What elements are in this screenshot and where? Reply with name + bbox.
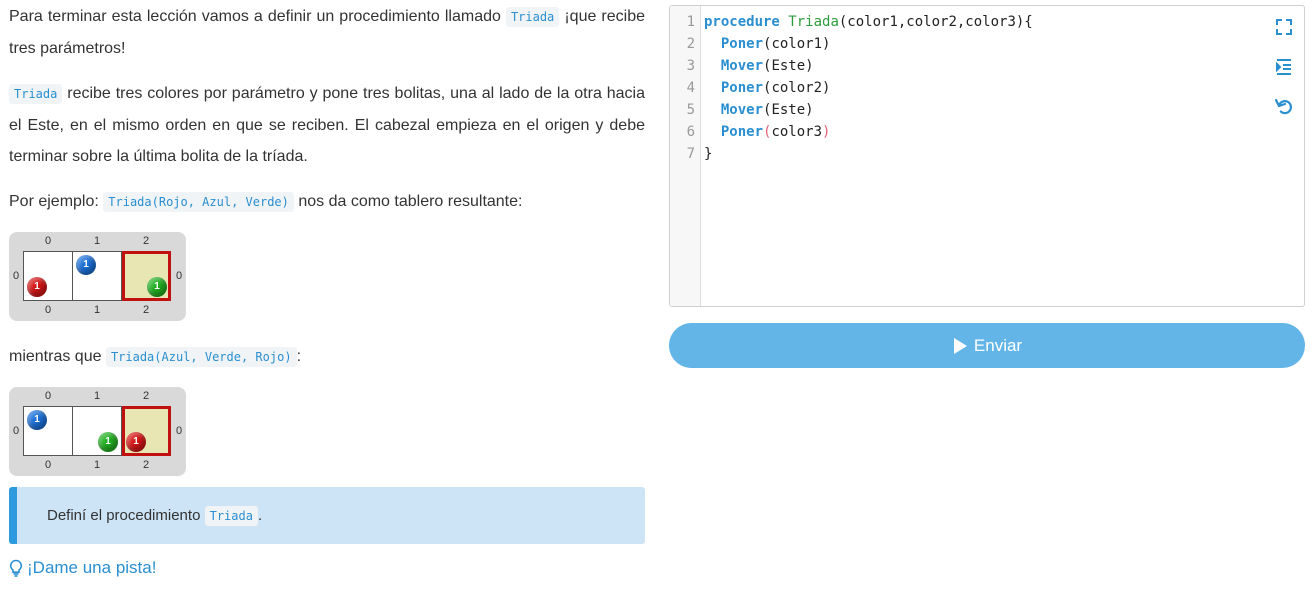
green-ball: 1 — [147, 277, 167, 297]
submit-button[interactable]: Enviar — [669, 323, 1305, 368]
column-label: 0 — [44, 459, 52, 471]
inline-code: Triada(Azul, Verde, Rojo) — [105, 347, 297, 367]
code-line[interactable]: Poner(color3) — [704, 121, 1033, 143]
task-callout: Definí el procedimiento Triada. — [9, 487, 645, 544]
column-label: 2 — [142, 304, 150, 316]
submit-label: Enviar — [973, 335, 1023, 355]
hint-link[interactable]: ¡Dame una pista! — [9, 558, 156, 578]
board-cell-head: 1 — [122, 251, 171, 301]
inline-code: Triada — [9, 84, 63, 104]
line-number: 3 — [686, 58, 695, 74]
board-cell: 1 — [24, 407, 73, 455]
column-label: 2 — [142, 459, 150, 471]
column-label: 2 — [142, 390, 150, 402]
indent-icon[interactable] — [1274, 57, 1294, 77]
code-line[interactable]: Mover(Este) — [704, 99, 1033, 121]
lesson-paragraph-4: mientras que Triada(Azul, Verde, Rojo): — [9, 347, 302, 367]
lesson-paragraph-1: Para terminar esta lección vamos a defin… — [9, 7, 645, 57]
lightbulb-icon — [9, 559, 23, 577]
row-label: 0 — [175, 270, 183, 282]
column-label: 2 — [142, 235, 150, 247]
lesson-panel: Para terminar esta lección vamos a defin… — [9, 0, 645, 476]
lesson-paragraph-3: Por ejemplo: Triada(Rojo, Azul, Verde) n… — [9, 192, 523, 212]
column-label: 1 — [93, 390, 101, 402]
column-label: 1 — [93, 235, 101, 247]
hint-link-label: ¡Dame una pista! — [27, 558, 157, 577]
board-cell-head: 1 — [122, 406, 171, 456]
code-line[interactable]: Poner(color2) — [704, 77, 1033, 99]
board-cell: 1 — [73, 407, 122, 455]
code-editor[interactable]: 1 2 3 4 5 6 7 procedure Triada(color1,co… — [669, 5, 1305, 307]
column-label: 0 — [44, 304, 52, 316]
inline-code: Triada — [505, 7, 560, 27]
code-line[interactable]: } — [704, 143, 1033, 165]
board-example-1: 0 1 2 0 1 2 0 0 1 1 1 — [9, 232, 186, 321]
inline-code: Triada(Rojo, Azul, Verde) — [103, 192, 294, 212]
line-number: 7 — [686, 146, 695, 162]
column-label: 0 — [44, 235, 52, 247]
line-number: 2 — [686, 36, 695, 52]
line-number-gutter: 1 2 3 4 5 6 7 — [670, 6, 701, 306]
task-text: Definí el procedimiento Triada. — [47, 506, 263, 526]
board-cell: 1 — [24, 252, 73, 300]
undo-icon[interactable] — [1274, 97, 1294, 117]
board-grid: 1 1 1 — [23, 251, 171, 301]
board-grid: 1 1 1 — [23, 406, 171, 456]
blue-ball: 1 — [27, 410, 47, 430]
code-line[interactable]: Mover(Este) — [704, 55, 1033, 77]
lesson-paragraph-2: Triada recibe tres colores por parámetro… — [9, 84, 645, 165]
line-number: 5 — [686, 102, 695, 118]
line-number: 6 — [686, 124, 695, 140]
code-line[interactable]: Poner(color1) — [704, 33, 1033, 55]
green-ball: 1 — [98, 432, 118, 452]
row-label: 0 — [175, 425, 183, 437]
red-ball: 1 — [126, 432, 146, 452]
red-ball: 1 — [27, 277, 47, 297]
line-number: 1 — [686, 14, 695, 30]
code-content[interactable]: procedure Triada(color1,color2,color3){ … — [704, 11, 1033, 165]
column-label: 0 — [44, 390, 52, 402]
play-icon — [953, 337, 967, 354]
row-label: 0 — [12, 270, 20, 282]
code-line[interactable]: procedure Triada(color1,color2,color3){ — [704, 11, 1033, 33]
line-number: 4 — [686, 80, 695, 96]
inline-code: Triada — [204, 506, 258, 526]
blue-ball: 1 — [76, 255, 96, 275]
column-label: 1 — [93, 459, 101, 471]
board-cell: 1 — [73, 252, 122, 300]
column-label: 1 — [93, 304, 101, 316]
board-example-2: 0 1 2 0 1 2 0 0 1 1 1 — [9, 387, 186, 476]
fullscreen-icon[interactable] — [1274, 17, 1294, 37]
row-label: 0 — [12, 425, 20, 437]
